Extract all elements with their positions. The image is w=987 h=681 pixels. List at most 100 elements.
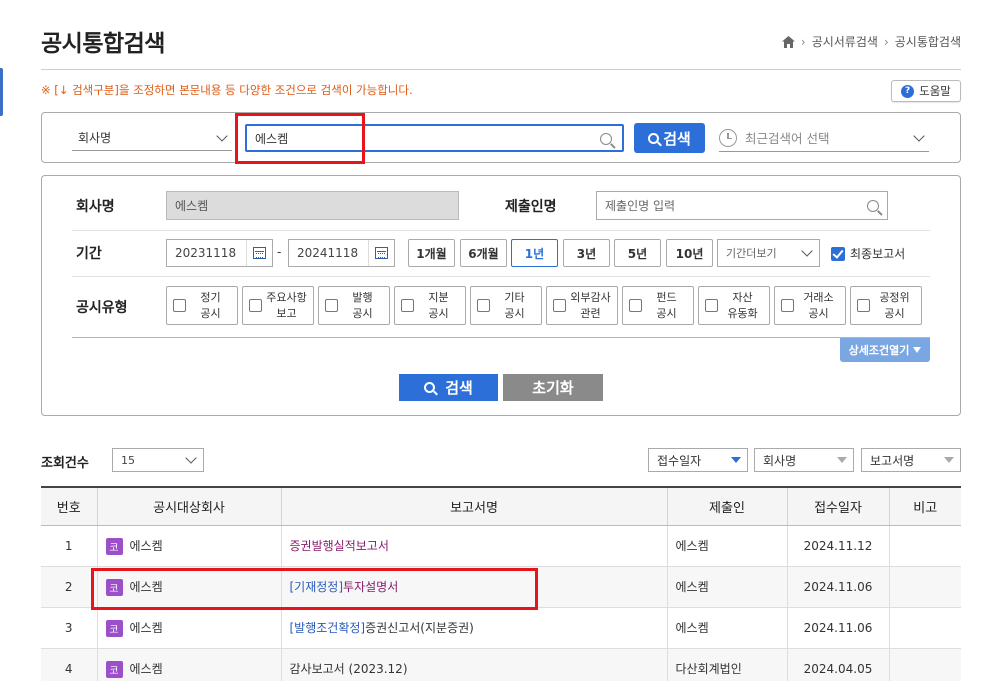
company-cell[interactable]: 코 에스켐 [97,525,282,567]
submitter-cell: 다산회계법인 [667,648,788,681]
type-label-line: 주요사항 [266,290,307,304]
row-number: 3 [41,607,98,649]
breadcrumb-item[interactable]: 공시서류검색 [812,33,878,50]
recent-search-select[interactable]: 최근검색어 선택 [719,124,929,152]
sort-report-button[interactable]: 보고서명 [861,448,961,472]
report-cell[interactable]: [발행조건확정]증권신고서(지분증권) [281,607,668,649]
company-name[interactable]: 에스켐 [130,621,163,635]
breadcrumb-item[interactable]: 공시통합검색 [895,33,961,50]
chevron-down-icon [216,129,228,142]
breadcrumb: › 공시서류검색 › 공시통합검색 [781,33,961,50]
calendar-icon [375,247,388,259]
sort-desc-icon [944,457,954,463]
column-header: 비고 [889,486,961,526]
report-prefix[interactable]: [발행조건확정] [290,621,366,635]
search-type-value: 회사명 [78,131,112,145]
type-label-line: 발행 [352,290,373,304]
type-label-line: 거래소 [803,290,834,304]
final-report-checkbox[interactable]: 최종보고서 [831,245,905,262]
recent-search-placeholder: 최근검색어 선택 [745,131,830,146]
period-1month-button[interactable]: 1개월 [408,239,455,267]
report-link[interactable]: 감사보고서 (2023.12) [290,662,408,676]
calendar-button[interactable] [368,240,394,266]
type-issuance-checkbox[interactable]: 발행공시 [318,286,390,325]
calendar-button[interactable] [246,240,272,266]
note-cell [889,525,961,567]
panel-divider [72,337,930,338]
period-3year-button[interactable]: 3년 [563,239,610,267]
row-number: 1 [41,525,98,567]
company-cell[interactable]: 코 에스켐 [97,607,282,649]
note-cell [889,648,961,681]
type-ftc-checkbox[interactable]: 공정위 공시 [850,286,922,325]
more-period-select[interactable]: 기간더보기 [717,239,820,267]
period-label: 기간 [76,246,102,262]
result-count-value: 15 [121,453,135,467]
conditions-search-button[interactable]: 검색 [399,374,498,401]
report-cell[interactable]: 감사보고서 (2023.12) [281,648,668,681]
sort-date-button[interactable]: 접수일자 [648,448,748,472]
type-audit-checkbox[interactable]: 외부감사 관련 [546,286,618,325]
submitter-placeholder: 제출인명 입력 [605,199,676,213]
period-1year-button[interactable]: 1년 [511,239,558,267]
date-to-value: 20241118 [297,246,359,260]
type-equity-checkbox[interactable]: 지분 공시 [394,286,466,325]
column-header: 번호 [41,486,98,526]
type-label-line: 외부감사 [570,290,611,304]
date-from-input[interactable]: 20231118 [166,239,273,267]
breadcrumb-separator-icon: › [883,34,889,49]
checkbox-icon [173,299,186,312]
period-5year-button[interactable]: 5년 [614,239,661,267]
report-link[interactable]: 증권신고서(지분증권) [365,621,474,635]
highlight-box [235,113,365,164]
date-cell: 2024.11.06 [787,566,890,608]
search-notice: ※ [↓ 검색구분]을 조정하면 본문내용 등 다양한 조건으로 검색이 가능합… [41,83,413,97]
type-other-checkbox[interactable]: 기타 공시 [470,286,542,325]
type-label-line: 공시 [884,306,905,320]
help-icon: ? [901,84,915,98]
company-field: 에스켐 [166,191,459,220]
reset-button[interactable]: 초기화 [503,374,603,401]
checkbox-icon [401,299,414,312]
report-cell[interactable]: 증권발행실적보고서 [281,525,668,567]
detail-toggle-label: 상세조건열기 [848,344,910,357]
type-label-line: 공시 [352,306,373,320]
submitter-cell: 에스켐 [667,607,788,649]
checkbox-icon [857,299,870,312]
type-securitization-checkbox[interactable]: 자산 유동화 [698,286,770,325]
note-cell [889,566,961,608]
type-major-checkbox[interactable]: 주요사항 보고 [242,286,314,325]
sort-company-button[interactable]: 회사명 [754,448,854,472]
chevron-down-icon [185,452,197,464]
home-icon[interactable] [781,35,795,48]
type-exchange-checkbox[interactable]: 거래소 공시 [774,286,846,325]
result-count-select[interactable]: 15 [112,448,204,472]
report-link[interactable]: 증권발행실적보고서 [290,539,389,553]
search-icon [648,132,660,144]
search-type-select[interactable]: 회사명 [72,125,232,151]
search-button[interactable]: 검색 [634,123,705,153]
title-divider [41,69,961,70]
company-label: 회사명 [76,199,115,215]
detail-conditions-toggle[interactable]: 상세조건열기 [840,338,930,362]
more-period-value: 기간더보기 [726,247,777,260]
help-button[interactable]: ? 도움말 [891,80,961,102]
breadcrumb-separator-icon: › [800,34,806,49]
submitter-cell: 에스켐 [667,566,788,608]
column-header: 제출인 [667,486,788,526]
type-fund-checkbox[interactable]: 펀드 공시 [622,286,694,325]
company-name[interactable]: 에스켐 [130,662,163,676]
company-cell[interactable]: 코 에스켐 [97,648,282,681]
search-icon[interactable] [600,133,612,145]
period-10year-button[interactable]: 10년 [666,239,713,267]
search-icon[interactable] [867,199,879,212]
submitter-input[interactable]: 제출인명 입력 [596,191,888,220]
type-regular-checkbox[interactable]: 정기 공시 [166,286,238,325]
page-title: 공시통합검색 [41,31,165,57]
sort-label: 보고서명 [870,453,915,468]
company-name[interactable]: 에스켐 [130,539,163,553]
result-count-label: 조회건수 [41,456,89,471]
date-to-input[interactable]: 20241118 [288,239,395,267]
date-separator: - [277,245,282,259]
period-6month-button[interactable]: 6개월 [460,239,507,267]
